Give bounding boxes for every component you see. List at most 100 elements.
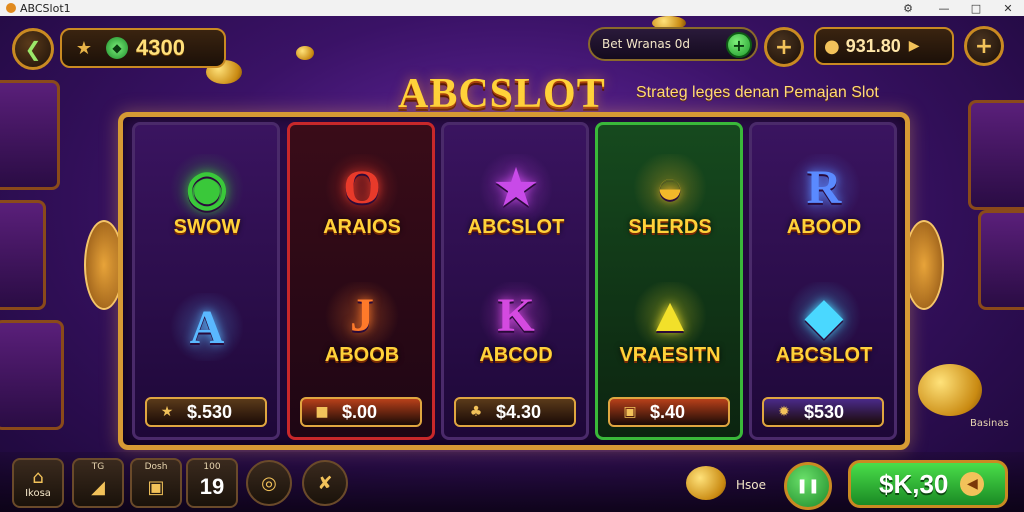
price-icon: ✹ bbox=[778, 404, 790, 420]
back-button[interactable]: ❮ bbox=[12, 28, 54, 70]
symbol-label: ABCOD bbox=[479, 343, 553, 366]
reel-symbol: O ARAIOS bbox=[298, 137, 426, 255]
symbol-art-icon: ◒ bbox=[630, 153, 710, 222]
reel-symbol: ◆ ABCSLOT bbox=[760, 265, 888, 383]
spin-button[interactable]: $K,30 ◀ bbox=[848, 460, 1008, 508]
symbol-label: VRAESITN bbox=[619, 343, 721, 366]
bet-field[interactable]: Bet Wranas 0d + bbox=[588, 27, 758, 61]
reel-price-button[interactable]: ✹ $530 bbox=[762, 397, 884, 427]
reel-1: ◉ SWOW A ★ $.530 bbox=[132, 122, 280, 440]
bg-slot-machine-left-lower bbox=[0, 200, 46, 310]
price-value: $530 bbox=[804, 401, 845, 422]
spin-amount: $K,30 bbox=[879, 468, 949, 499]
bg-slot-machine-right bbox=[968, 100, 1024, 210]
reel-price-button[interactable]: ♣ $4.30 bbox=[454, 397, 576, 427]
reel-price-button[interactable]: ■ $.00 bbox=[300, 397, 422, 427]
balance-amount: 4300 bbox=[136, 35, 185, 60]
nav-tile-5[interactable]: ◎ bbox=[246, 460, 292, 506]
symbol-art-icon: A bbox=[167, 293, 247, 361]
symbol-art-icon: K bbox=[476, 281, 556, 350]
nav-tile-1[interactable]: ⌂ Ikosa bbox=[12, 458, 64, 508]
settings-icon[interactable]: ⚙ bbox=[888, 2, 928, 15]
game-subtitle: Strateg leges denan Pemajan Slot bbox=[636, 84, 879, 101]
price-value: $4.30 bbox=[496, 401, 542, 422]
mode-label: Hsoe bbox=[736, 478, 766, 492]
coin-icon bbox=[918, 364, 982, 416]
nav-tile-6[interactable]: ✘ bbox=[302, 460, 348, 506]
coins-icon: ● bbox=[824, 35, 840, 57]
coin-stack-icon bbox=[686, 466, 726, 500]
symbol-label: SWOW bbox=[173, 215, 241, 238]
add-button[interactable]: + bbox=[764, 27, 804, 67]
pause-button[interactable]: ❚❚ bbox=[784, 462, 832, 510]
price-value: $.530 bbox=[187, 401, 233, 422]
menu-button[interactable]: + bbox=[964, 26, 1004, 66]
minimize-button[interactable]: — bbox=[928, 2, 960, 15]
symbol-art-icon: ★ bbox=[476, 153, 556, 222]
money-bag-icon: ★ bbox=[75, 37, 93, 59]
reel-symbol: J ABOOB bbox=[298, 265, 426, 383]
reel-price-button[interactable]: ▣ $.40 bbox=[608, 397, 730, 427]
symbol-label: ARAIOS bbox=[323, 215, 401, 238]
home-icon: ⌂ bbox=[32, 467, 44, 488]
bg-slot-machine-left-bottom bbox=[0, 320, 64, 430]
window-title: ABCSlot1 bbox=[20, 1, 71, 15]
nav-icon: ◢ bbox=[91, 476, 105, 498]
price-value: $.00 bbox=[342, 401, 378, 422]
reel-symbol: ◒ SHERDS bbox=[606, 137, 734, 255]
price-value: $.40 bbox=[650, 401, 686, 422]
balance-display: ★ ◆ 4300 bbox=[60, 28, 226, 68]
reel-3: ★ ABCSLOT K ABCOD ♣ $4.30 bbox=[441, 122, 589, 440]
reel-symbol: ★ ABCSLOT bbox=[452, 137, 580, 255]
nav-icon: ✘ bbox=[317, 472, 333, 494]
arrow-icon: ◀ bbox=[960, 472, 985, 496]
symbol-label: ABOOD bbox=[786, 215, 862, 238]
pause-icon: ❚❚ bbox=[796, 478, 820, 494]
reel-symbol: ▲ VRAESITN bbox=[606, 265, 734, 383]
game-logo: ABCSLOT bbox=[398, 71, 606, 117]
plus-icon: + bbox=[974, 33, 994, 59]
reel-4: ◒ SHERDS ▲ VRAESITN ▣ $.40 bbox=[595, 122, 743, 440]
app-icon bbox=[6, 3, 16, 13]
reel-symbol: K ABCOD bbox=[452, 265, 580, 383]
nav-tile-label: Ikosa bbox=[25, 488, 51, 499]
gem-icon: ◆ bbox=[106, 37, 128, 59]
symbol-art-icon: ◉ bbox=[167, 153, 247, 222]
nav-tile-caption: 100 bbox=[203, 462, 221, 472]
window-titlebar: ABCSlot1 ⚙ — □ ✕ bbox=[0, 0, 1024, 16]
symbol-label: ABCSLOT bbox=[467, 215, 565, 238]
bg-slot-machine-right-lower bbox=[978, 210, 1024, 310]
reel-symbol: R ABOOD bbox=[760, 137, 888, 255]
nav-icon: ▣ bbox=[147, 476, 165, 498]
coins-amount: 931.80 bbox=[845, 35, 901, 56]
symbol-art-icon: O bbox=[322, 153, 402, 222]
close-button[interactable]: ✕ bbox=[992, 2, 1024, 15]
price-icon: ★ bbox=[160, 404, 174, 420]
reel-5: R ABOOD ◆ ABCSLOT ✹ $530 bbox=[749, 122, 897, 440]
chevron-left-icon: ❮ bbox=[24, 37, 42, 61]
nav-tile-caption: TG bbox=[91, 462, 105, 472]
bg-slot-machine-left bbox=[0, 80, 60, 190]
coin-icon bbox=[296, 46, 314, 60]
symbol-label: ABOOB bbox=[324, 343, 400, 366]
side-caption: Basinas bbox=[970, 418, 1009, 429]
coins-display: ● 931.80 ▶ bbox=[814, 27, 954, 65]
reel-2: O ARAIOS J ABOOB ■ $.00 bbox=[287, 122, 435, 440]
arrow-right-icon: ▶ bbox=[908, 38, 920, 54]
symbol-label: SHERDS bbox=[628, 215, 712, 238]
nav-tile-2[interactable]: TG ◢ bbox=[72, 458, 124, 508]
window-controls: ⚙ — □ ✕ bbox=[888, 2, 1024, 15]
nav-tile-4[interactable]: 100 19 bbox=[186, 458, 238, 508]
symbol-art-icon: ◆ bbox=[784, 281, 864, 350]
nav-icon: ◎ bbox=[261, 472, 277, 494]
nav-tile-caption: Dosh bbox=[144, 462, 168, 472]
nav-tile-3[interactable]: Dosh ▣ bbox=[130, 458, 182, 508]
price-icon: ▣ bbox=[623, 404, 637, 420]
reel-symbol: ◉ SWOW bbox=[143, 137, 271, 255]
maximize-button[interactable]: □ bbox=[960, 2, 992, 15]
increase-bet-button[interactable]: + bbox=[726, 32, 752, 58]
symbol-art-icon: ▲ bbox=[630, 281, 710, 350]
reel-price-button[interactable]: ★ $.530 bbox=[145, 397, 267, 427]
price-icon: ♣ bbox=[469, 404, 483, 420]
nav-tile-number: 19 bbox=[199, 474, 225, 499]
